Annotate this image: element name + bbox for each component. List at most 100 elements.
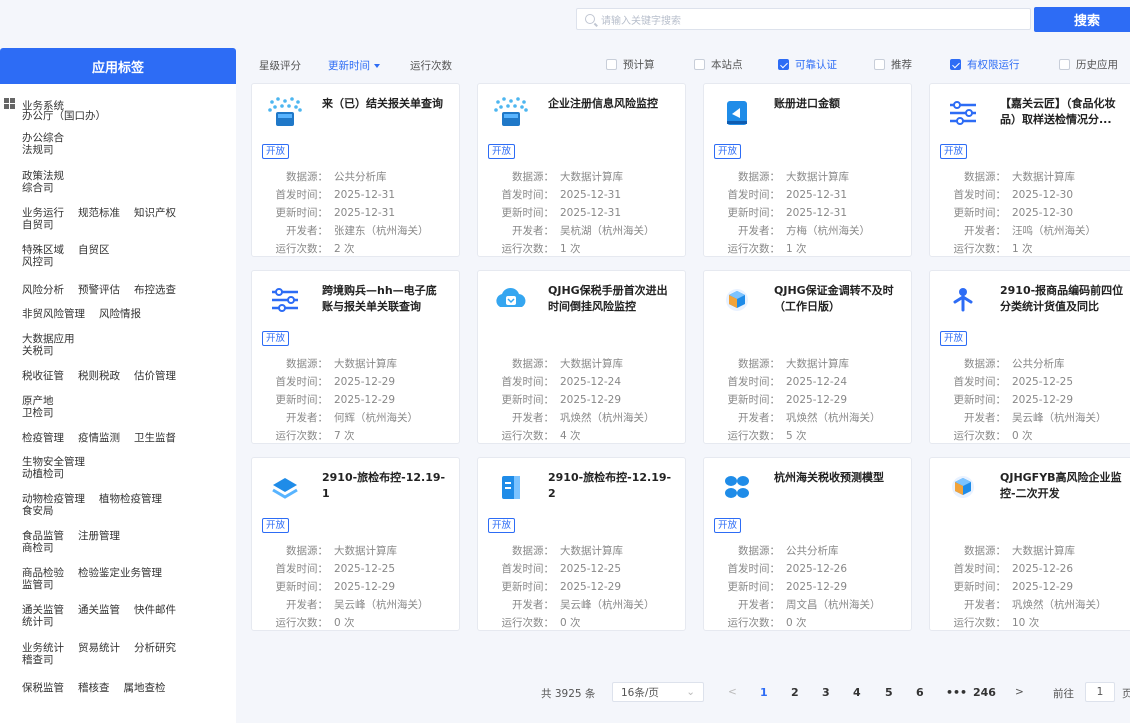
app-card[interactable]: 【嘉关云匠】（食品化妆品）取样送检情况分... 开放 数据源： 大数据计算库 首发时间：…: [929, 83, 1130, 257]
tag-item[interactable]: 检验鉴定业务管理: [78, 567, 162, 579]
app-card[interactable]: QJHGFYB高风险企业监控-二次开发 数据源： 大数据计算库 首发时间： 2025-1…: [929, 457, 1130, 631]
app-card[interactable]: 企业注册信息风险监控 开放 数据源： 大数据计算库 首发时间： 2025-12-31 更新时…: [477, 83, 686, 257]
card-title[interactable]: 杭州海关税收预测模型: [774, 470, 899, 486]
meta-label: 更新时间：: [501, 207, 555, 219]
card-title[interactable]: 跨境购兵—hh—电子底账与报关单关联查询: [322, 283, 447, 315]
page-number[interactable]: 6: [916, 686, 924, 699]
tag-item[interactable]: 稽查司: [22, 654, 54, 666]
card-title[interactable]: 2910-旅检布控-12.19-1: [322, 470, 447, 502]
sort-run-count[interactable]: 运行次数: [410, 58, 452, 73]
goto-label: 前往: [1053, 688, 1074, 700]
card-title[interactable]: 来（已）结关报关单查询: [322, 96, 447, 112]
tag-item[interactable]: 办公厅（国口办）: [22, 110, 106, 122]
tag-item[interactable]: 商检司: [22, 542, 54, 554]
tag-item[interactable]: 自贸区: [78, 244, 110, 256]
search-button[interactable]: 搜索: [1034, 7, 1130, 32]
next-page-button[interactable]: >: [1015, 686, 1024, 698]
tag-item[interactable]: 风险情报: [99, 308, 141, 320]
open-badge: 开放: [488, 518, 516, 533]
filter-checkbox[interactable]: 有权限运行: [950, 57, 1020, 72]
tag-item[interactable]: 风控司: [22, 256, 54, 268]
app-card[interactable]: 2910-旅检布控-12.19-2 开放 数据源： 大数据计算库 首发时间： 2025-1…: [477, 457, 686, 631]
card-meta: 数据源： 公共分析库 首发时间： 2025-12-26 更新时间： 2025-12-29 开…: [714, 542, 881, 632]
page-number[interactable]: 4: [853, 686, 861, 699]
tag-item[interactable]: 自贸司: [22, 219, 54, 231]
filter-checkbox[interactable]: 可靠认证: [778, 57, 837, 72]
card-title[interactable]: 2910-旅检布控-12.19-2: [548, 470, 673, 502]
filter-checkbox[interactable]: 预计算: [606, 57, 655, 72]
meta-row-update: 更新时间： 2025-12-29: [262, 578, 429, 596]
page-size-select[interactable]: 16条/页 ⌄: [612, 682, 704, 702]
tag-item[interactable]: 统计司: [22, 616, 54, 628]
tag-item[interactable]: 贸易统计: [78, 642, 120, 654]
filter-checkbox[interactable]: 历史应用: [1059, 57, 1118, 72]
page-number[interactable]: 2: [791, 686, 799, 699]
page-number[interactable]: 5: [885, 686, 893, 699]
tag-item[interactable]: 保税监管: [22, 682, 64, 694]
app-card[interactable]: 账册进口金额 开放 数据源： 大数据计算库 首发时间： 2025-12-31 更新时间： 20…: [703, 83, 912, 257]
app-card[interactable]: 杭州海关税收预测模型开放数据源： 公共分析库 首发时间： 2025-12-26 更新时间…: [703, 457, 912, 631]
goto-input[interactable]: 1: [1085, 682, 1115, 702]
tag-item[interactable]: 税则税政: [78, 370, 120, 382]
meta-row-runs: 运行次数： 1 次: [940, 240, 1096, 258]
meta-row-src: 数据源： 大数据计算库: [488, 355, 655, 373]
tag-item[interactable]: 法规司: [22, 144, 54, 156]
tag-item[interactable]: 稽核查: [78, 682, 110, 694]
app-card[interactable]: 2910-旅检布控-12.19-1 开放 数据源： 大数据计算库 首发时间： 2025-1…: [251, 457, 460, 631]
tag-item[interactable]: 风险分析: [22, 284, 64, 296]
tag-item[interactable]: 预警评估: [78, 284, 120, 296]
card-title[interactable]: QJHG保证金调转不及时（工作日版）: [774, 283, 899, 315]
card-title[interactable]: 账册进口金额: [774, 96, 899, 112]
search-input[interactable]: 请输入关键字搜索: [576, 8, 1031, 30]
tag-item[interactable]: 监管司: [22, 579, 54, 591]
tag-item[interactable]: 综合司: [22, 182, 54, 194]
app-card[interactable]: 跨境购兵—hh—电子底账与报关单关联查询 开放 数据源： 大数据计算库 首发时间： 202…: [251, 270, 460, 444]
card-title[interactable]: QJHGFYB高风险企业监控-二次开发: [1000, 470, 1125, 502]
tag-item[interactable]: 植物检疫管理: [99, 493, 162, 505]
sort-update-time[interactable]: 更新时间: [328, 58, 380, 73]
tag-item[interactable]: 食安局: [22, 505, 54, 517]
total-count: 共 3925 条: [541, 688, 596, 700]
filter-checkbox[interactable]: 推荐: [874, 57, 912, 72]
tag-item[interactable]: 注册管理: [78, 530, 120, 542]
page-number[interactable]: 1: [760, 686, 768, 699]
tag-item[interactable]: 布控选查: [134, 284, 176, 296]
tag-item[interactable]: 卫生监督: [134, 432, 176, 444]
filter-checkbox[interactable]: 本站点: [694, 57, 743, 72]
meta-value: 7 次: [334, 430, 355, 442]
app-card[interactable]: 来（已）结关报关单查询 开放 数据源： 公共分析库 首发时间： 2025-12-31 更新时…: [251, 83, 460, 257]
tag-item[interactable]: 快件邮件: [134, 604, 176, 616]
tag-item[interactable]: 规范标准: [78, 207, 120, 219]
tag-item[interactable]: 检疫管理: [22, 432, 64, 444]
tag-item[interactable]: 卫检司: [22, 407, 54, 419]
tag-item[interactable]: 属地查检: [124, 682, 166, 694]
doc-icon: [492, 470, 530, 504]
tag-item[interactable]: 动植检司: [22, 468, 64, 480]
meta-row-update: 更新时间： 2025-12-31: [714, 204, 870, 222]
tag-item[interactable]: 税收征管: [22, 370, 64, 382]
tag-item[interactable]: 疫情监测: [78, 432, 120, 444]
app-card[interactable]: QJHG保证金调转不及时（工作日版） 数据源： 大数据计算库 首发时间： 2025-12…: [703, 270, 912, 444]
sort-rating[interactable]: 星级评分: [259, 58, 301, 73]
tag-item[interactable]: 分析研究: [134, 642, 176, 654]
tag-item[interactable]: 估价管理: [134, 370, 176, 382]
page-number[interactable]: 3: [822, 686, 830, 699]
card-title[interactable]: 【嘉关云匠】（食品化妆品）取样送检情况分...: [1000, 96, 1125, 128]
open-badge: 开放: [714, 518, 742, 533]
card-title[interactable]: QJHG保税手册首次进出时间倒挂风险监控: [548, 283, 673, 315]
prev-page-button[interactable]: <: [728, 686, 737, 698]
meta-value: 0 次: [334, 617, 355, 629]
tag-item[interactable]: 知识产权: [134, 207, 176, 219]
page-number[interactable]: •••: [946, 686, 967, 699]
tag-item[interactable]: 非贸风险管理: [22, 308, 85, 320]
app-card[interactable]: 2910-报商品编码前四位分类统计货值及同比 开放 数据源： 公共分析库 首发时间： 20…: [929, 270, 1130, 444]
card-title[interactable]: 企业注册信息风险监控: [548, 96, 673, 112]
page-number[interactable]: 246: [973, 686, 996, 699]
meta-row-dev: 开发者： 何辉（杭州海关）: [262, 409, 418, 427]
app-card[interactable]: QJHG保税手册首次进出时间倒挂风险监控 数据源： 大数据计算库 首发时间： 2025-…: [477, 270, 686, 444]
card-title[interactable]: 2910-报商品编码前四位分类统计货值及同比: [1000, 283, 1125, 315]
meta-label: 更新时间：: [275, 394, 329, 406]
tag-item[interactable]: 通关监管: [78, 604, 120, 616]
tag-item[interactable]: 关税司: [22, 345, 54, 357]
tag-row: 动植检司: [22, 466, 78, 481]
